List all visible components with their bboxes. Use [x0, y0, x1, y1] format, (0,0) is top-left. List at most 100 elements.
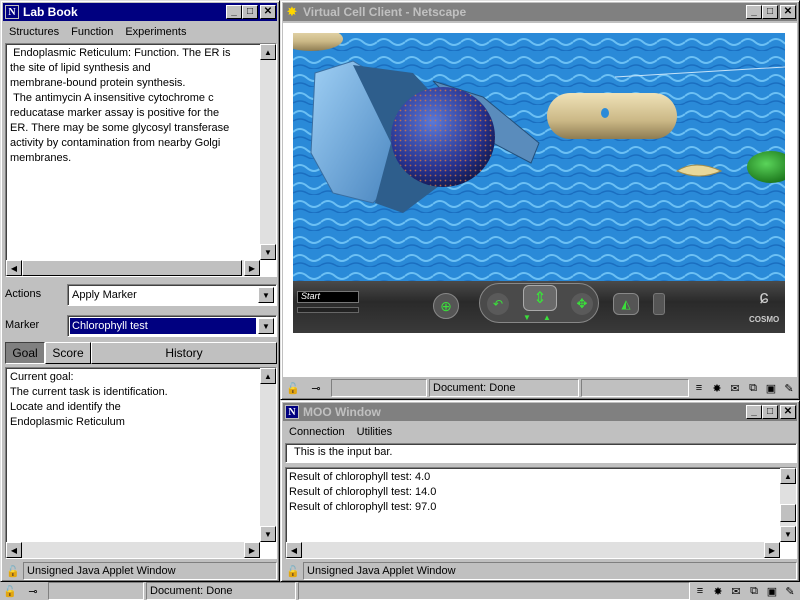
blank-status-field	[581, 379, 689, 397]
tab-history[interactable]: History	[91, 342, 277, 364]
result-line: Result of chlorophyll test: 4.0	[289, 471, 431, 483]
edit-icon[interactable]: ✎	[782, 583, 798, 599]
scroll-up-arrow-icon[interactable]: ▲	[260, 368, 276, 384]
menu-structures[interactable]: Structures	[3, 26, 65, 38]
window-title: Lab Book	[23, 5, 78, 19]
start-viewpoint-field[interactable]: Start	[297, 291, 359, 303]
scroll-right-arrow-icon[interactable]: ▶	[764, 542, 780, 558]
maximize-button[interactable]: □	[762, 405, 778, 419]
maximize-button[interactable]: □	[762, 5, 778, 19]
menu-connection[interactable]: Connection	[283, 426, 351, 438]
menu-utilities[interactable]: Utilities	[351, 426, 398, 438]
close-button[interactable]: ✕	[780, 405, 796, 419]
scroll-right-arrow-icon[interactable]: ▶	[244, 260, 260, 276]
nav-up-icon[interactable]: ▲	[539, 313, 555, 323]
scroll-up-arrow-icon[interactable]: ▲	[260, 44, 276, 60]
start-viewpoint-label: Start	[301, 291, 321, 301]
close-button[interactable]: ✕	[260, 5, 276, 19]
actions-select[interactable]: Apply Marker ▼	[67, 284, 277, 306]
walk-icon[interactable]: ⇕	[523, 285, 557, 311]
result-line: Result of chlorophyll test: 14.0	[289, 486, 437, 498]
list-icon[interactable]: ≡	[692, 583, 708, 599]
scroll-right-arrow-icon[interactable]: ▶	[244, 542, 260, 558]
close-button[interactable]: ✕	[780, 5, 796, 19]
goal-vscrollbar[interactable]: ▲ ▼	[260, 368, 276, 542]
hscroll-thumb[interactable]	[22, 260, 242, 276]
description-vscrollbar[interactable]: ▲ ▼	[260, 44, 276, 260]
lab-book-statusbar: 🔓 Unsigned Java Applet Window	[5, 561, 277, 581]
mail-icon[interactable]: ✉	[728, 583, 744, 599]
moo-output-area[interactable]: Result of chlorophyll test: 4.0 Result o…	[285, 467, 797, 559]
window-title: Virtual Cell Client - Netscape	[303, 5, 467, 19]
scroll-up-arrow-icon[interactable]: ▲	[780, 468, 796, 484]
description-textarea[interactable]: Endoplasmic Reticulum: Function. The ER …	[5, 43, 277, 277]
scroll-left-arrow-icon[interactable]: ◀	[286, 542, 302, 558]
edit-icon[interactable]: ✎	[781, 380, 797, 396]
composer-icon[interactable]: ▣	[763, 380, 779, 396]
cosmo-navigation-console: Start ⊕ ↶ ⇕ ✥ ▼ ▲ ◭ ɕ COSMO	[293, 281, 785, 333]
cosmo-brand: COSMO	[749, 315, 780, 324]
tab-score[interactable]: Score	[45, 342, 91, 364]
gravity-toggle-icon[interactable]	[653, 293, 665, 315]
discussion-icon[interactable]: ⧉	[746, 583, 762, 599]
nav-down-icon[interactable]: ▼	[519, 313, 535, 323]
chevron-down-icon[interactable]: ▼	[258, 318, 274, 334]
zoom-icon[interactable]: ✥	[571, 293, 593, 315]
browser-content: Start ⊕ ↶ ⇕ ✥ ▼ ▲ ◭ ɕ COSMO	[283, 23, 797, 377]
lab-book-menubar: Structures Function Experiments	[3, 23, 277, 41]
blank-status-field	[298, 582, 690, 600]
menu-experiments[interactable]: Experiments	[119, 26, 192, 38]
scroll-down-arrow-icon[interactable]: ▼	[260, 244, 276, 260]
document-status: Document: Done	[429, 379, 579, 397]
chevron-down-icon[interactable]: ▼	[258, 287, 274, 303]
list-icon[interactable]: ≡	[691, 380, 707, 396]
moo-statusbar: 🔓 Unsigned Java Applet Window	[285, 561, 797, 581]
minimize-button[interactable]: _	[746, 405, 762, 419]
document-status: Document: Done	[146, 582, 296, 600]
navigator-icon[interactable]: ✸	[710, 583, 726, 599]
mail-icon[interactable]: ✉	[727, 380, 743, 396]
menu-function[interactable]: Function	[65, 26, 119, 38]
moo-titlebar[interactable]: N MOO Window _ □ ✕	[283, 403, 797, 421]
discussion-icon[interactable]: ⧉	[745, 380, 761, 396]
scroll-down-arrow-icon[interactable]: ▼	[260, 526, 276, 542]
moo-window: N MOO Window _ □ ✕ Connection Utilities …	[280, 400, 800, 582]
lock-icon: 🔓	[6, 565, 20, 578]
output-hscrollbar[interactable]: ◀ ▶	[286, 542, 780, 558]
description-hscrollbar[interactable]: ◀ ▶	[6, 260, 260, 276]
vscroll-thumb[interactable]	[780, 504, 796, 522]
viewpoint-slider[interactable]	[297, 307, 359, 313]
lab-book-titlebar[interactable]: N Lab Book _ □ ✕	[3, 3, 277, 21]
virtual-cell-titlebar[interactable]: ✸ Virtual Cell Client - Netscape _ □ ✕	[283, 3, 797, 21]
result-line: Result of chlorophyll test: 97.0	[289, 501, 437, 513]
output-vscrollbar[interactable]: ▲ ▼	[780, 468, 796, 542]
minimize-button[interactable]: _	[746, 5, 762, 19]
scroll-left-arrow-icon[interactable]: ◀	[6, 260, 22, 276]
netscape-star-icon: ✸	[286, 4, 298, 19]
seek-icon[interactable]: ◭	[613, 293, 639, 315]
progress-field	[48, 582, 144, 600]
lab-book-window: N Lab Book _ □ ✕ Structures Function Exp…	[0, 0, 280, 582]
virtual-cell-statusbar: 🔓 ⊸ Document: Done ≡ ✸ ✉ ⧉ ▣ ✎	[285, 378, 797, 398]
applet-status: Unsigned Java Applet Window	[23, 562, 277, 580]
lab-book-tabs: Goal Score History	[5, 342, 277, 364]
lock-icon: 🔓	[3, 585, 17, 598]
tab-goal[interactable]: Goal	[5, 342, 45, 364]
navigator-icon[interactable]: ✸	[709, 380, 725, 396]
goal-hscrollbar[interactable]: ◀ ▶	[6, 542, 260, 558]
3d-viewport[interactable]	[293, 33, 785, 281]
virtual-cell-window: ✸ Virtual Cell Client - Netscape _ □ ✕ S…	[280, 0, 800, 400]
description-text: Endoplasmic Reticulum: Function. The ER …	[10, 47, 231, 164]
moo-input-bar[interactable]: This is the input bar.	[285, 443, 797, 463]
pan-icon[interactable]: ↶	[487, 293, 509, 315]
minimize-button[interactable]: _	[226, 5, 242, 19]
composer-icon[interactable]: ▣	[764, 583, 780, 599]
marker-select[interactable]: Chlorophyll test ▼	[67, 315, 277, 337]
netscape-n-icon: N	[285, 405, 299, 419]
goal-textarea[interactable]: Current goal: The current task is identi…	[5, 367, 277, 559]
maximize-button[interactable]: □	[242, 5, 258, 19]
marker-value: Chlorophyll test	[70, 318, 256, 334]
scroll-left-arrow-icon[interactable]: ◀	[6, 542, 22, 558]
scroll-down-arrow-icon[interactable]: ▼	[780, 526, 796, 542]
orbit-icon[interactable]: ⊕	[433, 293, 459, 319]
